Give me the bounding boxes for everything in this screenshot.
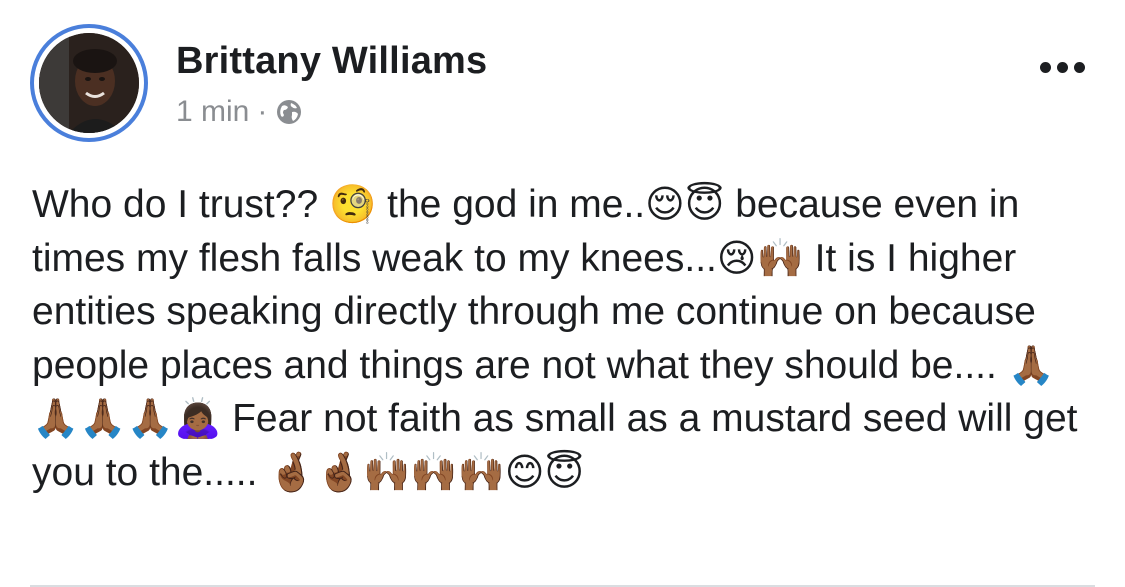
profile-photo-graphic — [39, 33, 139, 133]
post-text-segment: Who do I trust?? — [32, 183, 329, 226]
post-text-segment: the god in me.. — [376, 183, 646, 226]
profile-photo — [39, 33, 139, 133]
more-options-icon-dot — [1057, 62, 1068, 73]
post-meta: 1 min · — [176, 95, 303, 129]
more-options-icon-dot — [1074, 62, 1085, 73]
more-options-button[interactable] — [1040, 62, 1085, 73]
crying-raised-hands-emoji: 😢🙌🏾 — [716, 235, 804, 280]
facebook-post: Brittany Williams 1 min · Who do I trust… — [0, 0, 1125, 587]
more-options-icon — [1040, 62, 1051, 73]
timestamp[interactable]: 1 min — [176, 95, 249, 129]
author-name[interactable]: Brittany Williams — [176, 40, 487, 83]
fingers-crossed-raised-hands-emoji: 🤞🏾🤞🏾🙌🏾🙌🏾🙌🏾😊😇 — [268, 449, 585, 494]
relieved-halo-emoji: 😌😇 — [645, 182, 725, 226]
avatar[interactable] — [30, 24, 148, 142]
meta-separator: · — [257, 95, 268, 128]
monocle-face-emoji: 🧐 — [328, 182, 377, 226]
globe-icon[interactable] — [275, 98, 303, 126]
post-text: Who do I trust?? 🧐 the god in me..😌😇 bec… — [32, 178, 1102, 499]
